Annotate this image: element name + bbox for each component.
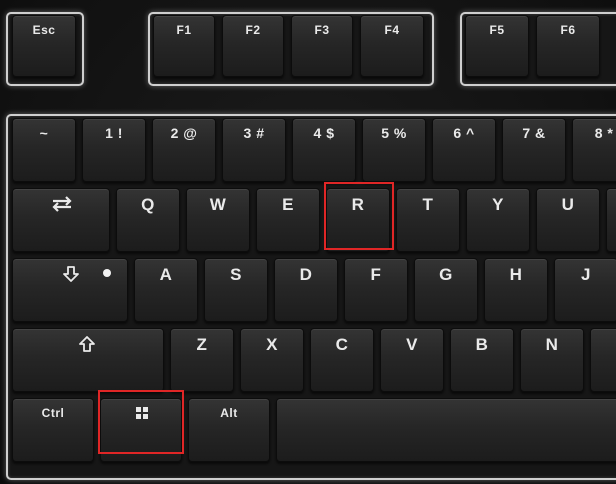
key-f4[interactable]: F4 <box>360 15 424 77</box>
key-c[interactable]: C <box>310 328 374 392</box>
key-left-shift[interactable] <box>12 328 164 392</box>
key-j-label: J <box>581 265 591 284</box>
key-w-label: W <box>209 195 227 214</box>
key-7-label: 7 & <box>522 125 546 141</box>
key-5[interactable]: 5 % <box>362 118 426 182</box>
key-8-label: 8 * <box>594 125 614 141</box>
key-windows[interactable] <box>100 398 182 462</box>
key-8[interactable]: 8 * <box>572 118 616 182</box>
key-c-label: C <box>335 335 349 354</box>
key-q-label: Q <box>141 195 155 214</box>
key-d[interactable]: D <box>274 258 338 322</box>
key-b-label: B <box>475 335 489 354</box>
key-n-label: N <box>545 335 559 354</box>
key-a-label: A <box>159 265 173 284</box>
key-f2-label: F2 <box>245 23 261 37</box>
key-3[interactable]: 3 # <box>222 118 286 182</box>
key-b[interactable]: B <box>450 328 514 392</box>
key-f1-label: F1 <box>176 23 192 37</box>
key-4-label: 4 $ <box>313 125 335 141</box>
key-f3[interactable]: F3 <box>291 15 353 77</box>
key-tilde-label: ~ <box>39 125 49 141</box>
key-f5-label: F5 <box>489 23 505 37</box>
key-6-label: 6 ^ <box>453 125 475 141</box>
key-f4-label: F4 <box>384 23 400 37</box>
key-f-label: F <box>370 265 382 284</box>
key-3-label: 3 # <box>243 125 265 141</box>
key-q[interactable]: Q <box>116 188 180 252</box>
key-f6[interactable]: F6 <box>536 15 600 77</box>
key-j[interactable]: J <box>554 258 616 322</box>
key-g-label: G <box>439 265 453 284</box>
key-caps-lock[interactable] <box>12 258 128 322</box>
key-esc[interactable]: Esc <box>12 15 76 77</box>
windows-logo-icon <box>136 407 148 419</box>
key-g[interactable]: G <box>414 258 478 322</box>
key-ctrl-label: Ctrl <box>41 406 65 420</box>
key-z-label: Z <box>196 335 208 354</box>
key-r[interactable]: R <box>326 188 390 252</box>
key-s[interactable]: S <box>204 258 268 322</box>
shift-arrow-icon <box>79 336 95 352</box>
key-n[interactable]: N <box>520 328 584 392</box>
key-d-label: D <box>299 265 313 284</box>
keyboard: Esc F1 F2 F3 F4 F5 F6 ~ 1 ! 2 @ 3 # 4 $ … <box>0 0 616 484</box>
key-alt-label: Alt <box>220 406 238 420</box>
key-v[interactable]: V <box>380 328 444 392</box>
key-z[interactable]: Z <box>170 328 234 392</box>
key-7[interactable]: 7 & <box>502 118 566 182</box>
key-left-alt[interactable]: Alt <box>188 398 270 462</box>
key-u[interactable]: U <box>536 188 600 252</box>
key-u-label: U <box>561 195 575 214</box>
key-a[interactable]: A <box>134 258 198 322</box>
key-m-partial[interactable] <box>590 328 616 392</box>
key-h[interactable]: H <box>484 258 548 322</box>
key-t-label: T <box>422 195 434 214</box>
key-6[interactable]: 6 ^ <box>432 118 496 182</box>
key-left-ctrl[interactable]: Ctrl <box>12 398 94 462</box>
key-e[interactable]: E <box>256 188 320 252</box>
key-f[interactable]: F <box>344 258 408 322</box>
key-f6-label: F6 <box>560 23 576 37</box>
key-y-label: Y <box>492 195 504 214</box>
key-spacebar[interactable] <box>276 398 616 462</box>
key-i-partial[interactable] <box>606 188 616 252</box>
key-tilde[interactable]: ~ <box>12 118 76 182</box>
key-4[interactable]: 4 $ <box>292 118 356 182</box>
tab-arrows-icon <box>52 196 72 212</box>
key-s-label: S <box>230 265 242 284</box>
key-esc-label: Esc <box>32 23 56 37</box>
key-f5[interactable]: F5 <box>465 15 529 77</box>
key-2[interactable]: 2 @ <box>152 118 216 182</box>
key-f2[interactable]: F2 <box>222 15 284 77</box>
key-h-label: H <box>509 265 523 284</box>
key-2-label: 2 @ <box>170 125 198 141</box>
key-x[interactable]: X <box>240 328 304 392</box>
key-e-label: E <box>282 195 294 214</box>
key-f1[interactable]: F1 <box>153 15 215 77</box>
key-w[interactable]: W <box>186 188 250 252</box>
key-f3-label: F3 <box>314 23 330 37</box>
key-v-label: V <box>406 335 418 354</box>
key-r-label: R <box>351 195 365 214</box>
caps-lock-arrow-icon <box>63 266 79 282</box>
caps-lock-indicator <box>103 269 111 277</box>
key-1[interactable]: 1 ! <box>82 118 146 182</box>
key-1-label: 1 ! <box>105 125 123 141</box>
key-t[interactable]: T <box>396 188 460 252</box>
key-y[interactable]: Y <box>466 188 530 252</box>
key-5-label: 5 % <box>381 125 407 141</box>
key-tab[interactable] <box>12 188 110 252</box>
key-x-label: X <box>266 335 278 354</box>
